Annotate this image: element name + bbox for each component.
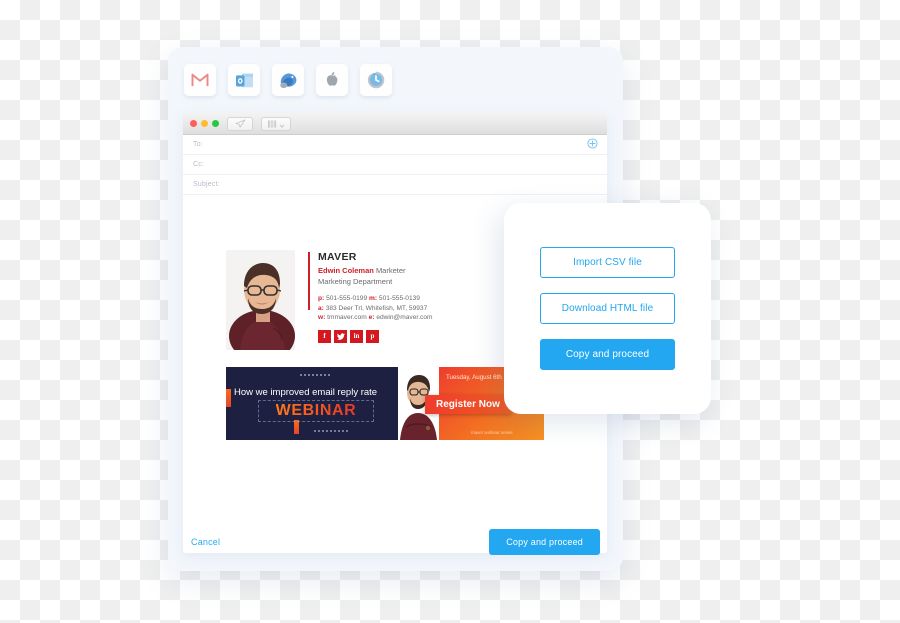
cc-field-row[interactable]: Cc: <box>183 155 607 175</box>
signature-web-line: w: tmmaver.com e: edwin@maver.com <box>318 313 432 323</box>
card-footer: Cancel Copy and proceed <box>168 513 623 571</box>
cancel-button[interactable]: Cancel <box>191 537 220 547</box>
send-button[interactable] <box>227 115 253 133</box>
banner-headline: How we improved email reply rate <box>234 387 378 398</box>
mail-client-thunderbird[interactable] <box>272 64 304 96</box>
signature-role: Marketer <box>375 266 406 275</box>
gmail-icon <box>191 73 209 87</box>
signature-company: MAVER <box>318 251 357 263</box>
banner-left-panel: How we improved email reply rate WEBINAR <box>226 367 398 440</box>
signature-name-line: Edwin Coleman Marketer <box>318 265 432 276</box>
apple-icon <box>325 71 340 89</box>
phone-label: p: <box>318 295 325 302</box>
close-window-button[interactable] <box>190 120 197 127</box>
email-value: edwin@maver.com <box>376 314 433 321</box>
zoho-mail-icon <box>367 71 385 89</box>
banner-title-box: WEBINAR <box>258 400 374 422</box>
compose-titlebar <box>183 113 607 135</box>
cc-field-label: Cc: <box>193 161 205 168</box>
banner-title: WEBINAR <box>275 402 357 419</box>
banner-footnote: maver webinar series <box>471 430 513 435</box>
pinterest-icon[interactable]: p <box>366 329 379 343</box>
mail-client-zoho-mail[interactable] <box>360 64 392 96</box>
register-now-button[interactable]: Register Now <box>425 395 511 414</box>
mail-client-gmail[interactable] <box>184 64 216 96</box>
email-signature: MAVER Edwin Coleman Marketer Marketing D… <box>226 250 432 350</box>
maximize-window-button[interactable] <box>212 120 219 127</box>
phone-value: 501-555-0199 <box>326 295 368 302</box>
copy-and-proceed-button[interactable]: Copy and proceed <box>489 529 600 555</box>
mobile-label: m: <box>369 295 378 302</box>
mail-client-apple-mail[interactable] <box>316 64 348 96</box>
to-field-label: To: <box>193 141 203 148</box>
download-html-button[interactable]: Download HTML file <box>540 293 675 324</box>
signature-name: Edwin Coleman <box>318 266 374 275</box>
export-options-popup: Import CSV file Download HTML file Copy … <box>504 203 711 414</box>
import-csv-button[interactable]: Import CSV file <box>540 247 675 278</box>
mail-client-selector <box>184 64 392 96</box>
signature-portrait-photo <box>226 250 295 350</box>
columns-icon <box>267 115 277 133</box>
chevron-down-icon <box>279 115 285 133</box>
signature-department: Marketing Department <box>318 277 393 286</box>
signature-contact-block: p: 501-555-0199 m: 501-555-0139 a: 383 D… <box>318 294 432 323</box>
signature-social-links: f in p <box>318 329 432 343</box>
popup-copy-and-proceed-button[interactable]: Copy and proceed <box>540 339 675 370</box>
thunderbird-icon <box>278 71 299 90</box>
linkedin-icon[interactable]: in <box>350 329 363 343</box>
minimize-window-button[interactable] <box>201 120 208 127</box>
screenshot-root: To: Cc: Subject: MAVER Edwin Coleman Mar… <box>0 0 900 623</box>
facebook-icon[interactable]: f <box>318 329 331 343</box>
address-value: 383 Deer Trl, Whitefish, MT, 59937 <box>325 304 428 312</box>
signature-phone-line: p: 501-555-0199 m: 501-555-0139 <box>318 294 432 304</box>
window-controls <box>190 120 219 127</box>
web-label: w: <box>318 314 326 321</box>
signature-address-line: a: 383 Deer Trl, Whitefish, MT, 59937 <box>318 304 432 314</box>
twitter-icon[interactable] <box>334 329 347 343</box>
subject-field-label: Subject: <box>193 181 220 188</box>
banner-dashes-top <box>300 374 330 376</box>
signature-details: MAVER Edwin Coleman Marketer Marketing D… <box>310 250 432 350</box>
mail-client-outlook[interactable] <box>228 64 260 96</box>
banner-accent-bottom <box>294 420 299 434</box>
address-label: a: <box>318 304 324 312</box>
banner-accent-left <box>226 389 231 407</box>
subject-field-row[interactable]: Subject: <box>183 175 607 195</box>
paper-plane-icon <box>235 115 246 133</box>
banner-date: Tuesday, August 6th <box>446 374 502 381</box>
web-value: tmmaver.com <box>327 314 367 321</box>
webinar-banner[interactable]: How we improved email reply rate WEBINAR <box>226 367 544 440</box>
to-field-row[interactable]: To: <box>183 135 607 155</box>
email-label: e: <box>368 314 375 321</box>
add-recipient-icon[interactable] <box>587 136 598 154</box>
outlook-icon <box>235 72 254 89</box>
mobile-value: 501-555-0139 <box>378 295 420 302</box>
layout-dropdown-button[interactable] <box>261 115 291 133</box>
banner-dashes-bottom <box>314 430 350 432</box>
